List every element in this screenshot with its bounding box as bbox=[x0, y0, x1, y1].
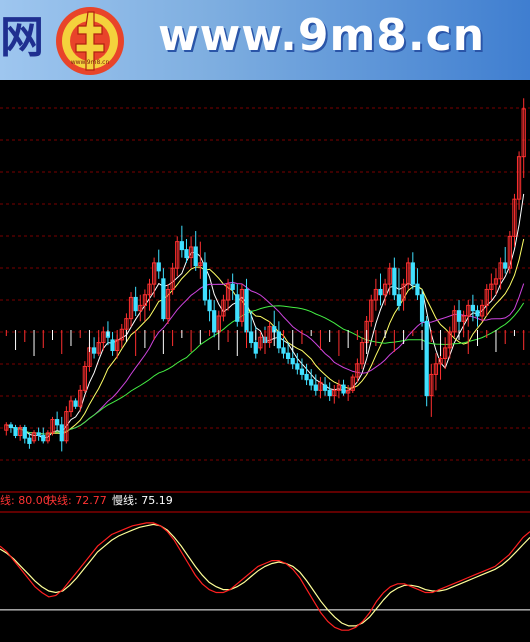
indicator-value-0: 80.00 bbox=[18, 494, 50, 507]
indicator-value-1: 72.77 bbox=[75, 494, 107, 507]
candle-body bbox=[327, 389, 332, 397]
candle-body bbox=[313, 384, 318, 391]
candle-body bbox=[212, 310, 217, 333]
candle-body bbox=[179, 241, 184, 251]
candle-body bbox=[281, 347, 286, 354]
candle-body bbox=[424, 320, 429, 397]
indicator-label-0: 线: 80.00 bbox=[0, 494, 50, 507]
candle-body bbox=[249, 331, 254, 344]
price-grid bbox=[0, 107, 530, 461]
moving-average-lines bbox=[6, 193, 525, 439]
candle-body bbox=[304, 373, 309, 381]
candle-body bbox=[378, 288, 383, 296]
indicator-value-2: 75.19 bbox=[141, 494, 173, 507]
site-logo-icon[interactable]: www.9m8.cn bbox=[50, 4, 130, 78]
site-url-text[interactable]: www.9m8.cn bbox=[158, 8, 485, 64]
candle-body bbox=[503, 262, 508, 269]
candle-body bbox=[419, 294, 425, 322]
candle-body bbox=[235, 294, 240, 322]
candle-body bbox=[290, 357, 295, 365]
candle-body bbox=[253, 342, 258, 354]
candle-body bbox=[8, 424, 14, 429]
candle-body bbox=[59, 424, 64, 442]
candle-body bbox=[475, 310, 480, 317]
indicator-pane bbox=[0, 522, 530, 631]
candle-body bbox=[161, 278, 166, 320]
fast-line bbox=[0, 522, 530, 631]
candlestick-series bbox=[4, 98, 526, 452]
banner-left-glyph: 网 bbox=[0, 12, 44, 63]
candle-body bbox=[230, 283, 235, 290]
candle-body bbox=[41, 434, 46, 442]
site-banner: 网 www.9m8.cn www.9m8.cn bbox=[0, 0, 530, 80]
candle-body bbox=[295, 363, 300, 370]
candle-body bbox=[73, 400, 78, 407]
candle-body bbox=[244, 288, 249, 333]
candle-body bbox=[309, 379, 314, 386]
candle-body bbox=[110, 339, 115, 352]
candle-body bbox=[276, 331, 281, 349]
candle-body bbox=[91, 347, 97, 354]
candle-body bbox=[13, 427, 18, 436]
candle-body bbox=[22, 427, 27, 439]
candle-body bbox=[285, 352, 291, 359]
ma5-line bbox=[6, 193, 525, 439]
candle-body bbox=[322, 384, 328, 391]
candle-body bbox=[27, 437, 32, 444]
candle-body bbox=[415, 283, 420, 296]
indicator-name-0: 线 bbox=[0, 494, 11, 507]
candle-body bbox=[392, 267, 397, 296]
indicator-label-1: 快线: 72.77 bbox=[46, 494, 107, 507]
candle-body bbox=[156, 262, 161, 272]
candle-body bbox=[36, 432, 41, 436]
indicator-label-2: 慢线: 75.19 bbox=[112, 494, 173, 507]
candle-body bbox=[193, 246, 198, 267]
volume-ticks bbox=[5, 330, 525, 356]
logo-caption: www.9m8.cn bbox=[71, 59, 110, 66]
candle-body bbox=[396, 294, 402, 306]
candle-body bbox=[184, 249, 189, 259]
candle-body bbox=[299, 368, 305, 375]
candle-body bbox=[470, 304, 475, 312]
indicator-name-1: 快线 bbox=[46, 494, 68, 507]
candle-body bbox=[133, 296, 138, 312]
indicator-name-2: 慢线 bbox=[112, 494, 134, 507]
candle-body bbox=[341, 384, 346, 394]
stock-chart bbox=[0, 98, 530, 631]
candle-body bbox=[55, 419, 60, 426]
candle-body bbox=[410, 262, 415, 285]
candle-body bbox=[456, 310, 462, 322]
candle-body bbox=[207, 299, 212, 312]
candle-body bbox=[202, 262, 208, 301]
slow-line bbox=[0, 523, 530, 627]
